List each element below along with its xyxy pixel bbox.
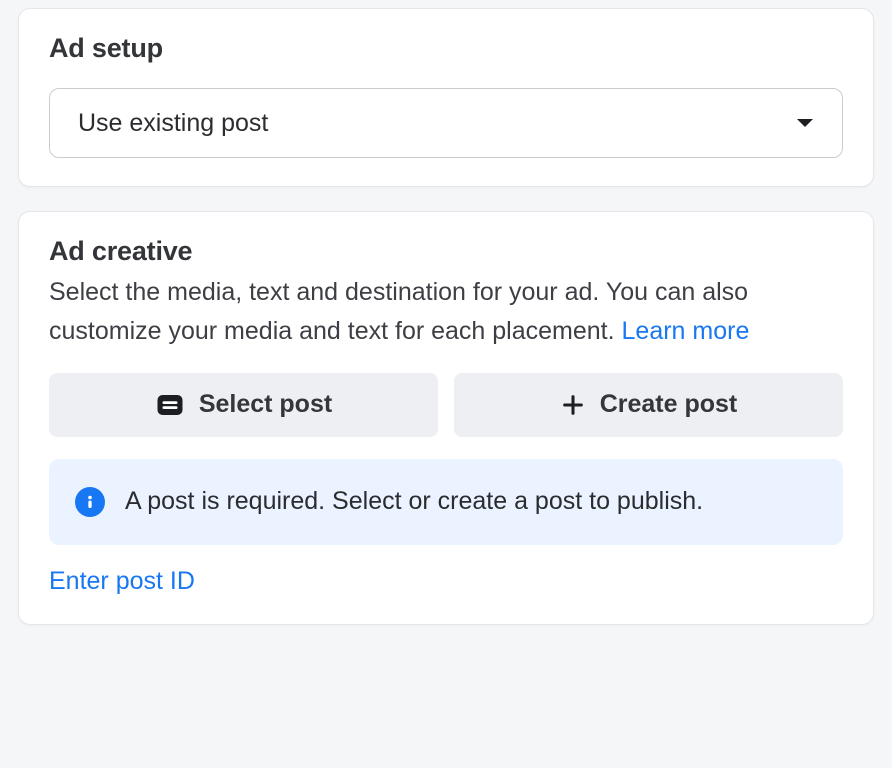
create-post-button[interactable]: Create post xyxy=(454,373,843,437)
ad-creative-title: Ad creative xyxy=(49,236,843,267)
post-required-banner: A post is required. Select or create a p… xyxy=(49,459,843,545)
create-post-label: Create post xyxy=(600,390,738,419)
post-required-text: A post is required. Select or create a p… xyxy=(125,487,703,516)
info-icon xyxy=(75,487,105,517)
enter-post-id-link[interactable]: Enter post ID xyxy=(49,567,843,596)
creative-button-row: Select post Create post xyxy=(49,373,843,437)
ad-setup-dropdown[interactable]: Use existing post xyxy=(49,88,843,158)
select-post-button[interactable]: Select post xyxy=(49,373,438,437)
caret-down-icon xyxy=(796,117,814,129)
learn-more-link[interactable]: Learn more xyxy=(622,317,750,345)
post-icon xyxy=(155,390,185,420)
ad-creative-subtitle: Select the media, text and destination f… xyxy=(49,273,843,351)
ad-setup-title: Ad setup xyxy=(49,33,843,64)
ad-setup-card: Ad setup Use existing post xyxy=(18,8,874,187)
ad-setup-dropdown-value: Use existing post xyxy=(78,109,268,138)
ad-creative-card: Ad creative Select the media, text and d… xyxy=(18,211,874,625)
plus-icon xyxy=(560,392,586,418)
select-post-label: Select post xyxy=(199,390,332,419)
